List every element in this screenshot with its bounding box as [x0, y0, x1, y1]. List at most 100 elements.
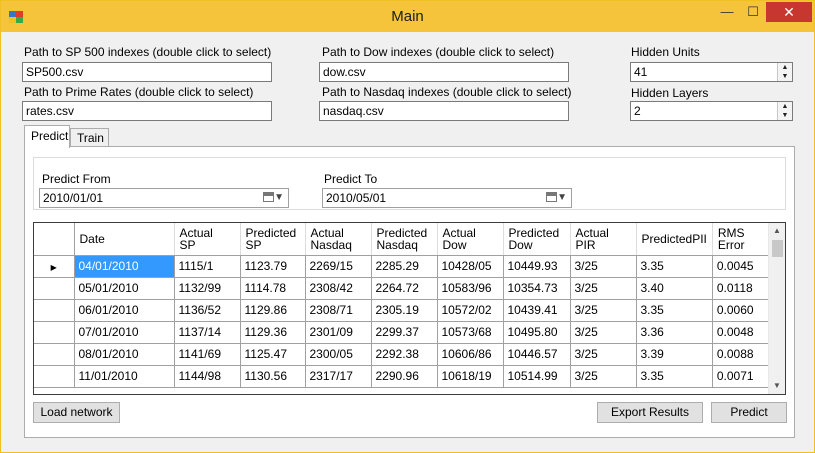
table-cell[interactable]: 1129.36: [240, 321, 306, 344]
table-row[interactable]: 05/01/2010 1132/99 1114.78 2308/42 2264.72 10…: [34, 277, 779, 300]
table-cell[interactable]: 10428/05: [437, 255, 504, 278]
export-results-button[interactable]: Export Results: [597, 402, 703, 423]
prime-rates-path-input[interactable]: rates.csv: [22, 101, 272, 121]
table-cell[interactable]: 07/01/2010: [74, 321, 175, 344]
table-cell[interactable]: 1129.86: [240, 299, 306, 322]
close-button[interactable]: ✕: [766, 2, 812, 22]
table-cell[interactable]: 2264.72: [371, 277, 438, 300]
table-cell[interactable]: 10446.57: [503, 343, 571, 366]
table-cell[interactable]: 1137/14: [174, 321, 241, 344]
table-cell[interactable]: 2285.29: [371, 255, 438, 278]
tab-train[interactable]: Train: [70, 128, 109, 147]
table-cell[interactable]: 2299.37: [371, 321, 438, 344]
column-header[interactable]: PredictedPII: [636, 223, 713, 256]
maximize-button[interactable]: ☐: [740, 2, 766, 22]
column-header[interactable]: Actual PIR: [570, 223, 637, 256]
table-cell[interactable]: 10572/02: [437, 299, 504, 322]
table-cell[interactable]: 10449.93: [503, 255, 571, 278]
title-bar[interactable]: Main — ☐ ✕: [1, 1, 814, 32]
column-header[interactable]: Predicted Nasdaq: [371, 223, 438, 256]
predict-to-datepicker[interactable]: 2010/05/01 ▼: [322, 188, 572, 208]
table-cell[interactable]: 1136/52: [174, 299, 241, 322]
column-header[interactable]: Date: [74, 223, 175, 256]
table-cell[interactable]: 10439.41: [503, 299, 571, 322]
table-row[interactable]: 11/01/2010 1144/98 1130.56 2317/17 2290.96 10…: [34, 365, 779, 388]
table-cell[interactable]: 10495.80: [503, 321, 571, 344]
table-cell[interactable]: 10606/86: [437, 343, 504, 366]
table-cell[interactable]: 2305.19: [371, 299, 438, 322]
table-cell[interactable]: 3/25: [570, 299, 637, 322]
scroll-up-icon[interactable]: ▲: [769, 223, 785, 239]
table-cell[interactable]: 1115/1: [174, 255, 241, 278]
table-cell[interactable]: 1144/98: [174, 365, 241, 388]
results-grid[interactable]: Date Actual SP Predicted SP Actual Nasdaq P…: [33, 222, 786, 395]
table-cell[interactable]: 3.35: [636, 299, 713, 322]
table-cell[interactable]: 3.35: [636, 255, 713, 278]
table-cell[interactable]: 11/01/2010: [74, 365, 175, 388]
table-cell[interactable]: 3/25: [570, 255, 637, 278]
spin-up-icon[interactable]: ▲: [778, 102, 792, 111]
table-cell[interactable]: 05/01/2010: [74, 277, 175, 300]
sp500-path-input[interactable]: SP500.csv: [22, 62, 272, 82]
table-cell[interactable]: 1132/99: [174, 277, 241, 300]
table-cell[interactable]: 2308/42: [305, 277, 372, 300]
table-cell[interactable]: 2269/15: [305, 255, 372, 278]
calendar-dropdown-icon[interactable]: ▼: [262, 192, 284, 205]
dow-path-input[interactable]: dow.csv: [319, 62, 569, 82]
table-cell[interactable]: 10618/19: [437, 365, 504, 388]
table-cell[interactable]: 1114.78: [240, 277, 306, 300]
spin-down-icon[interactable]: ▼: [778, 72, 792, 81]
row-header[interactable]: [34, 365, 75, 388]
scroll-down-icon[interactable]: ▼: [769, 378, 785, 394]
calendar-dropdown-icon[interactable]: ▼: [545, 192, 567, 205]
table-cell[interactable]: 1123.79: [240, 255, 306, 278]
spin-up-icon[interactable]: ▲: [778, 63, 792, 72]
table-cell[interactable]: 2308/71: [305, 299, 372, 322]
table-cell[interactable]: 3/25: [570, 277, 637, 300]
column-header[interactable]: Actual SP: [174, 223, 241, 256]
table-cell[interactable]: 2290.96: [371, 365, 438, 388]
table-cell[interactable]: 2300/05: [305, 343, 372, 366]
column-header[interactable]: Predicted SP: [240, 223, 306, 256]
predict-button[interactable]: Predict: [711, 402, 787, 423]
column-header[interactable]: Predicted Dow: [503, 223, 571, 256]
table-cell[interactable]: 3.35: [636, 365, 713, 388]
table-cell[interactable]: 1130.56: [240, 365, 306, 388]
row-header[interactable]: [34, 277, 75, 300]
table-cell[interactable]: 2317/17: [305, 365, 372, 388]
table-row[interactable]: 07/01/2010 1137/14 1129.36 2301/09 2299.37 10…: [34, 321, 779, 344]
table-cell[interactable]: 10573/68: [437, 321, 504, 344]
load-network-button[interactable]: Load network: [33, 402, 120, 423]
table-cell[interactable]: 3/25: [570, 365, 637, 388]
table-cell[interactable]: 10583/96: [437, 277, 504, 300]
row-header[interactable]: [34, 321, 75, 344]
hidden-units-arrows[interactable]: ▲ ▼: [777, 63, 792, 81]
table-cell[interactable]: 1125.47: [240, 343, 306, 366]
table-cell[interactable]: 10354.73: [503, 277, 571, 300]
table-cell[interactable]: 04/01/2010: [74, 255, 175, 278]
row-header[interactable]: [34, 299, 75, 322]
table-row[interactable]: 06/01/2010 1136/52 1129.86 2308/71 2305.19 10…: [34, 299, 779, 322]
table-row[interactable]: ▶ 04/01/2010 1115/1 1123.79 2269/15 2285.29 10…: [34, 255, 779, 278]
table-cell[interactable]: 3.36: [636, 321, 713, 344]
table-cell[interactable]: 08/01/2010: [74, 343, 175, 366]
nasdaq-path-input[interactable]: nasdaq.csv: [319, 101, 569, 121]
column-header[interactable]: Actual Nasdaq: [305, 223, 372, 256]
predict-from-datepicker[interactable]: 2010/01/01 ▼: [39, 188, 289, 208]
table-cell[interactable]: 2292.38: [371, 343, 438, 366]
row-header[interactable]: ▶: [34, 255, 75, 278]
table-cell[interactable]: 06/01/2010: [74, 299, 175, 322]
table-cell[interactable]: 1141/69: [174, 343, 241, 366]
table-cell[interactable]: 2301/09: [305, 321, 372, 344]
tab-predict[interactable]: Predict: [24, 125, 70, 148]
grid-vertical-scrollbar[interactable]: ▲ ▼: [768, 223, 785, 394]
table-cell[interactable]: 3/25: [570, 321, 637, 344]
row-header[interactable]: [34, 343, 75, 366]
hidden-layers-arrows[interactable]: ▲ ▼: [777, 102, 792, 120]
table-cell[interactable]: 10514.99: [503, 365, 571, 388]
column-header[interactable]: Actual Dow: [437, 223, 504, 256]
table-cell[interactable]: 3/25: [570, 343, 637, 366]
table-cell[interactable]: 3.40: [636, 277, 713, 300]
minimize-button[interactable]: —: [714, 2, 740, 22]
spin-down-icon[interactable]: ▼: [778, 111, 792, 120]
